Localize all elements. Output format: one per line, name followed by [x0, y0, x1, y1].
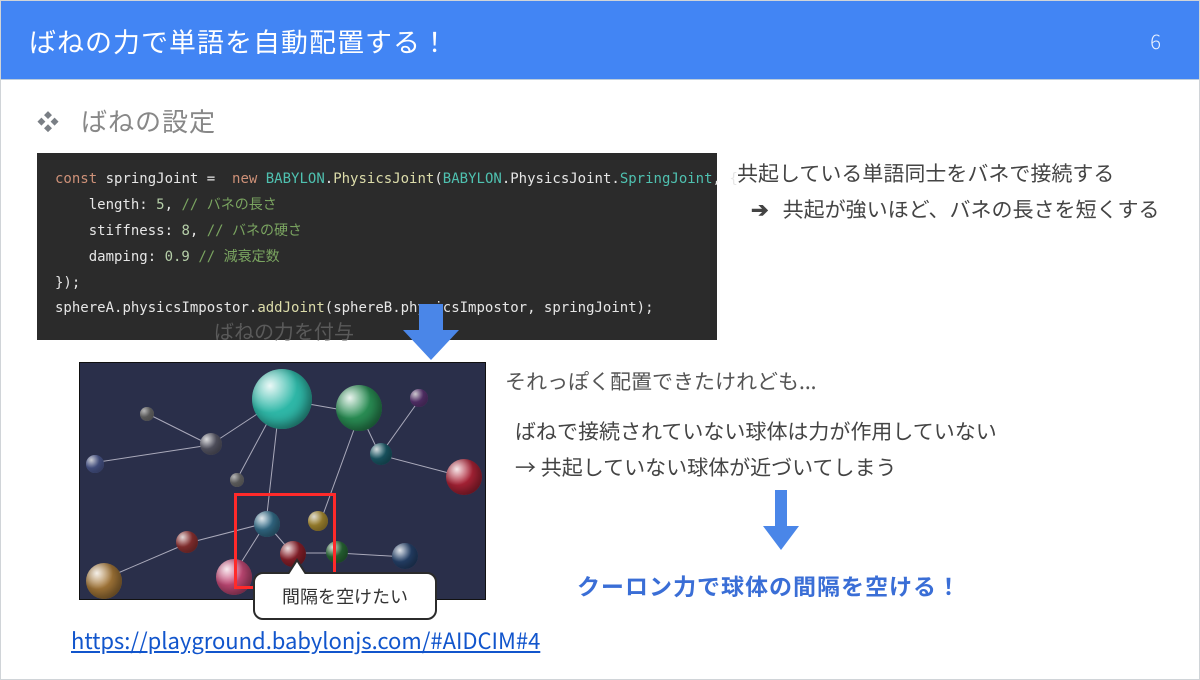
graph-node [392, 543, 418, 569]
graph-node [86, 455, 104, 473]
speech-text: 間隔を空けたい [282, 583, 408, 609]
code-comment: // バネの長さ [181, 197, 276, 213]
right-note-3b: → 共起していない球体が近づいてしまう [515, 450, 997, 486]
graph-node [176, 531, 198, 553]
graph-node [446, 459, 482, 495]
code-ident: springJoint [106, 171, 199, 187]
right-note-2: それっぽく配置できたけれども... [505, 366, 817, 396]
right-note-3: ばねで接続されていない球体は力が作用していない → 共起していない球体が近づいて… [515, 414, 997, 485]
speech-bubble: 間隔を空けたい [253, 572, 437, 620]
right-note-1: 共起している単語同士をバネで接続する ➔ 共起が強いほど、バネの長さを短くする [737, 156, 1160, 227]
code-fn: PhysicsJoint [333, 171, 434, 187]
graph-node [200, 433, 222, 455]
graph-node [230, 473, 244, 487]
down-arrow-icon [401, 304, 461, 369]
playground-link[interactable]: https://playground.babylonjs.com/#AIDCIM… [71, 624, 540, 656]
diamond-bullet-icon: ❖ [37, 105, 59, 137]
section-header: ❖ ばねの設定 [37, 102, 1199, 139]
graph-node [336, 385, 382, 431]
arrow-right-icon: ➔ [751, 194, 769, 224]
slide-body: ❖ ばねの設定 const springJoint = new BABYLON.… [1, 80, 1199, 340]
right-note-1a: 共起している単語同士をバネで接続する [737, 156, 1160, 192]
right-note-3a: ばねで接続されていない球体は力が作用していない [515, 414, 997, 450]
code-comment: // 減衰定数 [198, 249, 279, 265]
graph-node [252, 369, 312, 429]
right-note-1b: 共起が強いほど、バネの長さを短くする [783, 194, 1160, 224]
graph-node [86, 563, 122, 599]
graph-node [370, 443, 392, 465]
arrow-caption: ばねの力を付与 [214, 316, 354, 345]
graph-3d-figure [79, 362, 486, 600]
down-arrow-icon [761, 490, 801, 557]
graph-node [410, 389, 428, 407]
page-number: 6 [1150, 26, 1161, 55]
code-class: BABYLON [257, 171, 324, 187]
code-kw: new [224, 171, 258, 187]
slide-header: ばねの力で単語を自動配置する！ 6 [1, 1, 1199, 80]
code-kw: const [55, 171, 97, 187]
code-comment: // バネの硬さ [207, 223, 302, 239]
section-title: ばねの設定 [81, 102, 216, 139]
right-callout: クーロン力で球体の間隔を空ける！ [577, 568, 961, 602]
graph-node [140, 407, 154, 421]
slide-title: ばねの力で単語を自動配置する！ [29, 21, 449, 60]
code-block: const springJoint = new BABYLON.PhysicsJ… [37, 153, 717, 340]
